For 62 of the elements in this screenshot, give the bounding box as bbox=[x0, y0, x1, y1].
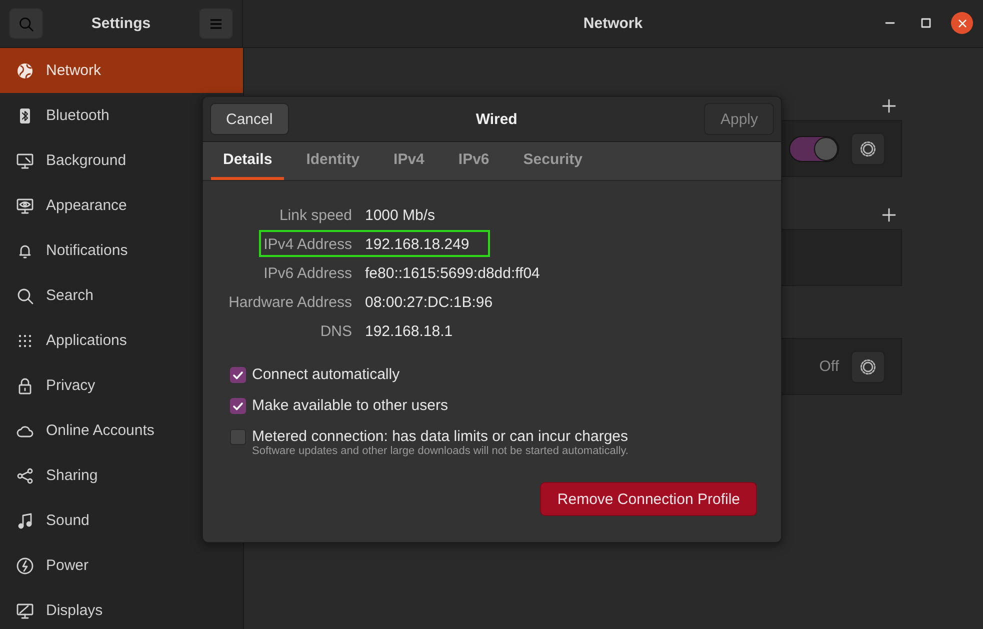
cancel-button[interactable]: Cancel bbox=[210, 103, 289, 135]
remove-button[interactable]: Remove Connection Profile bbox=[540, 482, 757, 516]
detail-label: Hardware Address bbox=[228, 294, 352, 311]
toggle-switch[interactable] bbox=[789, 136, 839, 162]
sidebar-item[interactable]: Applications bbox=[0, 318, 243, 363]
checkbox-label: Connect automatically bbox=[252, 366, 400, 383]
sidebar-item[interactable]: Notifications bbox=[0, 228, 243, 273]
tab[interactable]: Identity bbox=[294, 142, 372, 180]
window-title: Network bbox=[583, 15, 643, 32]
checkbox-label: Metered connection: has data limits or can incur charges bbox=[252, 428, 628, 445]
sidebar-item[interactable]: Sound bbox=[0, 498, 243, 543]
sidebar-item[interactable]: Power bbox=[0, 543, 243, 588]
dialog-title: Wired bbox=[476, 110, 518, 128]
settings-button[interactable] bbox=[851, 350, 885, 382]
search-icon bbox=[18, 16, 34, 32]
detail-value: 1000 Mb/s bbox=[365, 207, 436, 224]
tab[interactable]: IPv6 bbox=[446, 142, 502, 180]
sidebar-item[interactable]: Displays bbox=[0, 588, 243, 629]
checkbox[interactable] bbox=[230, 398, 246, 414]
detail-value: 192.168.18.1 bbox=[365, 323, 453, 340]
settings-button[interactable] bbox=[851, 132, 885, 164]
add-icon[interactable] bbox=[882, 208, 896, 222]
add-icon[interactable] bbox=[882, 99, 896, 113]
tab[interactable]: Security bbox=[511, 142, 594, 180]
display-icon bbox=[16, 602, 34, 620]
tab[interactable]: Details bbox=[211, 142, 284, 180]
search-icon bbox=[16, 286, 34, 304]
sidebar-item[interactable]: Network bbox=[0, 48, 243, 93]
detail-label: IPv6 Address bbox=[264, 265, 352, 282]
check-icon bbox=[232, 369, 244, 381]
close-button[interactable] bbox=[951, 12, 973, 34]
sidebar-title: Settings bbox=[91, 15, 151, 32]
settings-icon bbox=[859, 358, 877, 376]
detail-value: 192.168.18.249 bbox=[365, 236, 470, 253]
monitor-icon bbox=[16, 196, 34, 214]
checkbox-label: Make available to other users bbox=[252, 397, 448, 414]
tab[interactable]: IPv4 bbox=[382, 142, 436, 180]
minimize-icon bbox=[885, 22, 895, 24]
detail-value: 08:00:27:DC:1B:96 bbox=[365, 294, 493, 311]
sidebar-item[interactable]: Appearance bbox=[0, 183, 243, 228]
music-note-icon bbox=[16, 512, 34, 530]
sidebar-item[interactable]: Sharing bbox=[0, 453, 243, 498]
monitor-icon bbox=[16, 152, 34, 170]
close-icon bbox=[958, 18, 966, 28]
sidebar-item[interactable]: Online Accounts bbox=[0, 408, 243, 453]
status-label: Off bbox=[819, 358, 839, 375]
checkbox[interactable] bbox=[230, 429, 246, 445]
detail-value: fe80::1615:5699:d8dd:ff04 bbox=[365, 265, 540, 282]
power-icon bbox=[16, 556, 34, 574]
share-icon bbox=[16, 466, 34, 484]
globe-icon bbox=[16, 62, 34, 80]
lock-icon bbox=[16, 376, 34, 394]
menu-icon bbox=[209, 16, 223, 30]
maximize-icon bbox=[921, 18, 931, 28]
hint-text: Software updates and other large downloads will not be started automatically. bbox=[252, 445, 628, 457]
checkbox[interactable] bbox=[230, 367, 246, 383]
sidebar-item[interactable]: Privacy bbox=[0, 363, 243, 408]
detail-label: IPv4 Address bbox=[264, 236, 352, 253]
detail-label: Link speed bbox=[279, 207, 352, 224]
check-icon bbox=[232, 400, 244, 412]
settings-icon bbox=[859, 140, 877, 158]
detail-label: DNS bbox=[320, 323, 352, 340]
